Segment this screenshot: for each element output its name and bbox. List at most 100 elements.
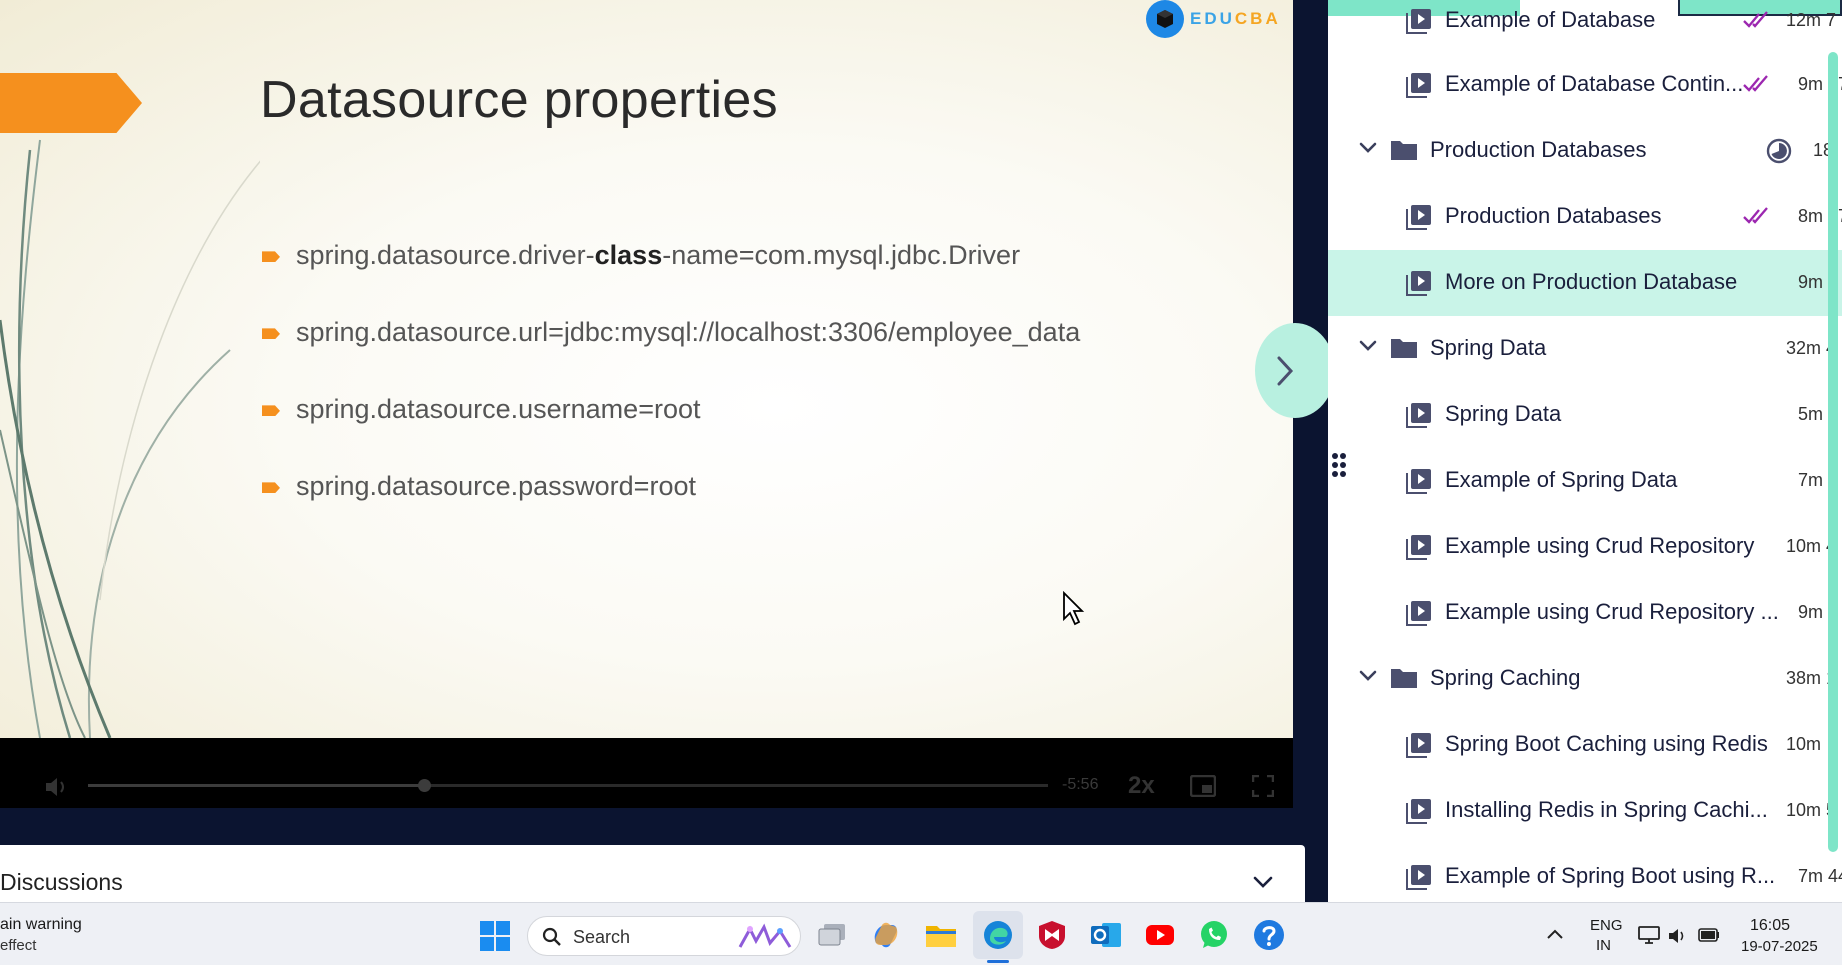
curriculum-lesson[interactable]: Spring Boot Caching using Redis 10m	[1328, 712, 1842, 778]
next-arrow-icon	[1277, 356, 1294, 385]
search-label: Search	[573, 927, 631, 947]
lesson-title: Example of Spring Boot using R...	[1445, 863, 1776, 888]
curriculum-lesson[interactable]: Spring Data 5m 1	[1328, 382, 1842, 448]
video-lesson-icon	[1406, 733, 1431, 758]
weather-widget-title[interactable]: ain warning	[0, 916, 82, 934]
curriculum-section[interactable]: Spring Data 32m 4	[1328, 316, 1842, 382]
educba-logo: EDUCBA	[1146, 0, 1281, 38]
folder-icon	[1391, 669, 1417, 688]
logo-cube-icon	[1146, 0, 1184, 38]
help-icon[interactable]	[1251, 917, 1287, 953]
clock-time[interactable]: 16:05	[1750, 917, 1790, 935]
progress-clock-icon	[1766, 138, 1792, 164]
time-remaining: -5:56	[1062, 776, 1099, 793]
video-player[interactable]: Datasource properties spring.datasource.…	[0, 0, 1335, 808]
language-indicator[interactable]: ENG	[1590, 917, 1623, 934]
curriculum-lesson[interactable]: Example of Spring Data 7m 2	[1328, 448, 1842, 514]
video-lesson-icon	[1406, 865, 1431, 890]
search-icon	[542, 927, 561, 946]
outlook-icon[interactable]	[1088, 917, 1124, 953]
lesson-title: Example using Crud Repository	[1445, 533, 1755, 558]
lesson-title: Spring Boot Caching using Redis	[1445, 731, 1768, 756]
progress-bar[interactable]	[88, 779, 1048, 792]
folder-icon	[1391, 339, 1417, 358]
playback-speed-button[interactable]: 2x	[1128, 772, 1155, 800]
folder-icon	[1391, 141, 1417, 160]
chevron-down-icon[interactable]	[1358, 339, 1378, 353]
curriculum-lesson[interactable]: Example of Database Contin...9m 17	[1328, 52, 1842, 118]
windows-taskbar: ain warning effect Search ENG IN 16:05 1…	[0, 902, 1842, 965]
language-region[interactable]: IN	[1596, 937, 1611, 954]
search-highlight-icon	[738, 923, 792, 948]
volume-icon[interactable]	[44, 776, 70, 798]
curriculum-lesson[interactable]: Production Databases8m 37	[1328, 184, 1842, 250]
bullet-arrow-icon	[262, 328, 280, 340]
discussions-title: Discussions	[0, 869, 123, 895]
lesson-title: Spring Data	[1430, 335, 1547, 360]
lesson-title: Example of Spring Data	[1445, 467, 1678, 492]
weather-widget-subtitle[interactable]: effect	[0, 937, 36, 954]
picture-in-picture-icon[interactable]	[1190, 775, 1216, 797]
file-explorer-icon[interactable]	[923, 917, 959, 953]
slide-bullet: spring.datasource.driver-class-name=com.…	[262, 240, 1020, 272]
chevron-down-icon[interactable]	[1358, 669, 1378, 683]
curriculum-lesson[interactable]: Example using Crud Repository 10m 4	[1328, 514, 1842, 580]
lesson-duration: 7m 44	[1798, 866, 1842, 886]
mcafee-icon[interactable]	[1034, 917, 1070, 953]
speaker-icon[interactable]	[1668, 927, 1688, 945]
curriculum-section[interactable]: Production Databases 18	[1328, 118, 1842, 184]
chevron-down-icon[interactable]	[1358, 141, 1378, 155]
active-app-indicator	[987, 960, 1009, 963]
lesson-title: Example of Database Contin...	[1445, 71, 1744, 96]
windows-start-icon[interactable]	[480, 921, 510, 951]
curriculum-lesson[interactable]: Example of Spring Boot using R... 7m 44	[1328, 844, 1842, 902]
curriculum-section[interactable]: Spring Caching 38m 1	[1328, 646, 1842, 712]
copilot-icon[interactable]	[868, 917, 904, 953]
video-lesson-icon	[1406, 535, 1431, 560]
lesson-title: Spring Data	[1445, 401, 1562, 426]
scrollbar[interactable]	[1828, 52, 1838, 852]
curriculum-lesson[interactable]: Example of Database 12m 7	[1328, 0, 1842, 54]
chevron-down-icon[interactable]	[1252, 875, 1274, 889]
curriculum-lesson[interactable]: More on Production Database 9m 2	[1328, 250, 1842, 316]
slide-bullet: spring.datasource.password=root	[262, 471, 696, 503]
double-check-icon	[1743, 75, 1768, 92]
lesson-title: Production Databases	[1445, 203, 1662, 228]
taskbar-search-box[interactable]: Search	[527, 916, 801, 956]
lesson-duration: 12m 7	[1786, 10, 1837, 30]
progress-fill	[88, 784, 424, 787]
video-lesson-icon	[1406, 601, 1431, 626]
lesson-title: More on Production Database	[1445, 269, 1738, 294]
lesson-duration: 10m	[1786, 734, 1822, 754]
lesson-title: Example using Crud Repository ...	[1445, 599, 1779, 624]
fullscreen-icon[interactable]	[1252, 775, 1274, 797]
double-check-icon	[1743, 207, 1768, 224]
whatsapp-icon[interactable]	[1196, 917, 1232, 953]
slide: Datasource properties spring.datasource.…	[0, 0, 1293, 738]
video-lesson-icon	[1406, 403, 1431, 428]
youtube-icon[interactable]	[1142, 917, 1178, 953]
progress-thumb[interactable]	[418, 779, 431, 792]
clock-date[interactable]: 19-07-2025	[1741, 938, 1818, 955]
video-lesson-icon	[1406, 469, 1431, 494]
video-lesson-icon	[1406, 205, 1431, 230]
player-controls	[0, 738, 1293, 808]
video-lesson-icon	[1406, 9, 1431, 34]
mouse-cursor-icon	[1063, 591, 1085, 626]
drag-handle-icon[interactable]	[1331, 452, 1347, 478]
battery-icon[interactable]	[1698, 928, 1720, 942]
task-view-icon[interactable]	[814, 917, 850, 953]
lesson-title: Example of Database	[1445, 7, 1656, 32]
next-lesson-button[interactable]	[1255, 323, 1335, 418]
lesson-title: Installing Redis in Spring Cachi...	[1445, 797, 1768, 822]
double-check-icon	[1743, 11, 1768, 28]
curriculum-lesson[interactable]: Example using Crud Repository ... 9m 1	[1328, 580, 1842, 646]
curriculum-lesson[interactable]: Installing Redis in Spring Cachi... 10m 5	[1328, 778, 1842, 844]
edge-icon[interactable]	[980, 917, 1016, 953]
bullet-arrow-icon	[262, 482, 280, 494]
chevron-up-icon[interactable]	[1546, 928, 1564, 940]
video-lesson-icon	[1406, 73, 1431, 98]
network-icon[interactable]	[1638, 925, 1660, 945]
lesson-title: Spring Caching	[1430, 665, 1581, 690]
course-curriculum-sidebar: Example of Database 12m 7 Example of Datab…	[1328, 0, 1842, 902]
